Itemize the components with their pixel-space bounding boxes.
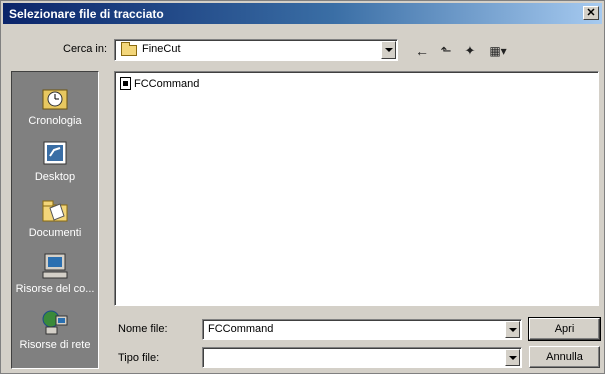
title-bar[interactable]: Selezionare file di tracciato ✕ (3, 3, 602, 24)
place-my-computer[interactable]: Risorse del co... (12, 252, 98, 295)
view-menu-icon[interactable]: ▦▾ (485, 42, 511, 60)
history-icon (40, 84, 70, 112)
open-button[interactable]: Apri (528, 317, 601, 341)
place-label: Risorse di rete (19, 339, 91, 351)
dialog-title: Selezionare file di tracciato (9, 7, 164, 21)
place-desktop[interactable]: Desktop (12, 140, 98, 183)
network-icon (40, 308, 70, 336)
my-computer-icon (40, 252, 70, 280)
file-type-dropdown[interactable] (202, 347, 522, 368)
place-label: Cronologia (28, 115, 82, 127)
file-list[interactable]: FCCommand (114, 71, 599, 306)
list-item[interactable]: FCCommand (120, 77, 199, 93)
place-documents[interactable]: Documenti (12, 196, 98, 239)
place-history[interactable]: Cronologia (12, 84, 98, 127)
file-name-input[interactable]: FCCommand (202, 319, 522, 340)
desktop-icon (40, 140, 70, 168)
place-label: Desktop (34, 171, 76, 183)
look-in-dropdown[interactable]: FineCut (114, 39, 398, 61)
file-type-label: Tipo file: (118, 352, 160, 364)
look-in-label: Cerca in: (63, 43, 108, 55)
places-bar: Cronologia Desktop Documenti Risorse del… (11, 71, 99, 369)
place-label: Documenti (28, 227, 82, 239)
place-network[interactable]: Risorse di rete (12, 308, 98, 351)
file-name-label: Nome file: (118, 323, 168, 335)
documents-icon (40, 196, 70, 224)
up-folder-icon[interactable]: ⬑ (437, 42, 455, 60)
back-icon[interactable]: ← (413, 42, 431, 60)
close-button[interactable]: ✕ (583, 6, 599, 20)
cancel-button[interactable]: Annulla (529, 346, 600, 368)
file-name-value: FCCommand (208, 323, 274, 335)
close-icon: ✕ (586, 7, 596, 19)
look-in-value: FineCut (142, 43, 181, 55)
file-name: FCCommand (134, 77, 200, 90)
chevron-down-icon[interactable] (381, 41, 396, 59)
file-icon (120, 77, 131, 90)
place-label: Risorse del co... (15, 283, 95, 295)
open-file-dialog: Selezionare file di tracciato ✕ Cerca in… (0, 0, 605, 374)
new-folder-icon[interactable]: ✦ (461, 42, 479, 60)
chevron-down-icon[interactable] (505, 321, 520, 338)
folder-icon (121, 42, 137, 56)
chevron-down-icon[interactable] (505, 349, 520, 366)
